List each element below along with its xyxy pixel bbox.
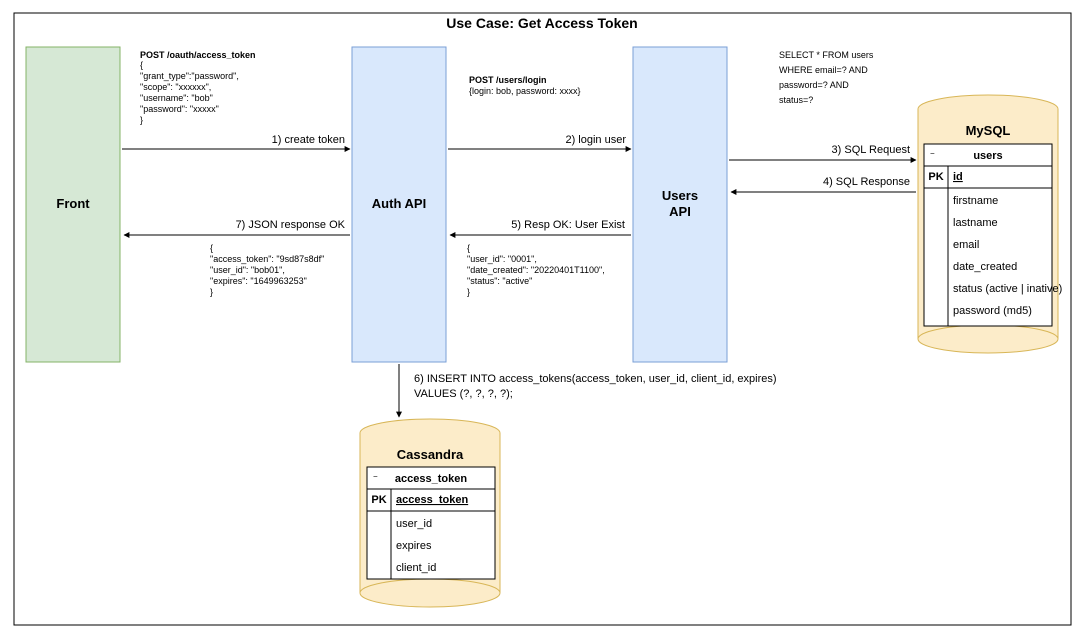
svg-text:1) create token: 1) create token (272, 134, 345, 146)
post2-head: POST /users/login (469, 75, 547, 85)
cassandra-title: Cassandra (397, 447, 464, 462)
svg-text:email: email (953, 239, 979, 251)
table-collapse-icon: − (373, 472, 378, 481)
post1-body: { "grant_type":"password", "scope": "xxx… (140, 60, 241, 125)
svg-text:status (active | inative): status (active | inative) (953, 283, 1062, 295)
svg-text:users: users (973, 150, 1002, 162)
front-label: Front (56, 196, 90, 211)
table-collapse-icon: − (930, 149, 935, 158)
svg-text:client_id: client_id (396, 562, 436, 574)
svg-text:7) JSON response OK: 7) JSON response OK (236, 219, 346, 231)
arrow-6-line1: 6) INSERT INTO access_tokens(access_toke… (414, 373, 777, 385)
mysql-table: − users PK id firstname lastname email d… (924, 144, 1062, 326)
diagram-title: Use Case: Get Access Token (446, 15, 637, 31)
svg-text:password (md5): password (md5) (953, 305, 1032, 317)
svg-text:id: id (953, 171, 963, 183)
svg-text:firstname: firstname (953, 195, 998, 207)
svg-text:expires: expires (396, 540, 432, 552)
users-label-2: API (669, 204, 691, 219)
users-label-1: Users (662, 188, 698, 203)
svg-text:access_token: access_token (395, 473, 467, 485)
svg-text:date_created: date_created (953, 261, 1017, 273)
svg-text:5) Resp OK: User Exist: 5) Resp OK: User Exist (511, 219, 625, 231)
svg-text:4) SQL Response: 4) SQL Response (823, 176, 910, 188)
cassandra-table: − access_token PK access_token user_id e… (367, 467, 495, 579)
svg-text:PK: PK (928, 171, 943, 183)
resp5-body: { "user_id": "0001", "date_created": "20… (467, 243, 607, 297)
svg-text:lastname: lastname (953, 217, 998, 229)
svg-text:access_token: access_token (396, 494, 468, 506)
post2-body: {login: bob, password: xxxx} (469, 86, 581, 96)
mysql-title: MySQL (966, 123, 1011, 138)
svg-text:3) SQL Request: 3) SQL Request (832, 144, 910, 156)
svg-text:PK: PK (371, 494, 386, 506)
resp7-body: { "access_token": "9sd87s8df" "user_id":… (210, 243, 327, 297)
auth-label: Auth API (372, 196, 426, 211)
arrow-6-line2: VALUES (?, ?, ?, ?); (414, 388, 513, 400)
svg-text:user_id: user_id (396, 518, 432, 530)
sql-select: SELECT * FROM users WHERE email=? AND pa… (779, 50, 876, 105)
post1-head: POST /oauth/access_token (140, 50, 256, 60)
svg-text:2) login user: 2) login user (565, 134, 626, 146)
